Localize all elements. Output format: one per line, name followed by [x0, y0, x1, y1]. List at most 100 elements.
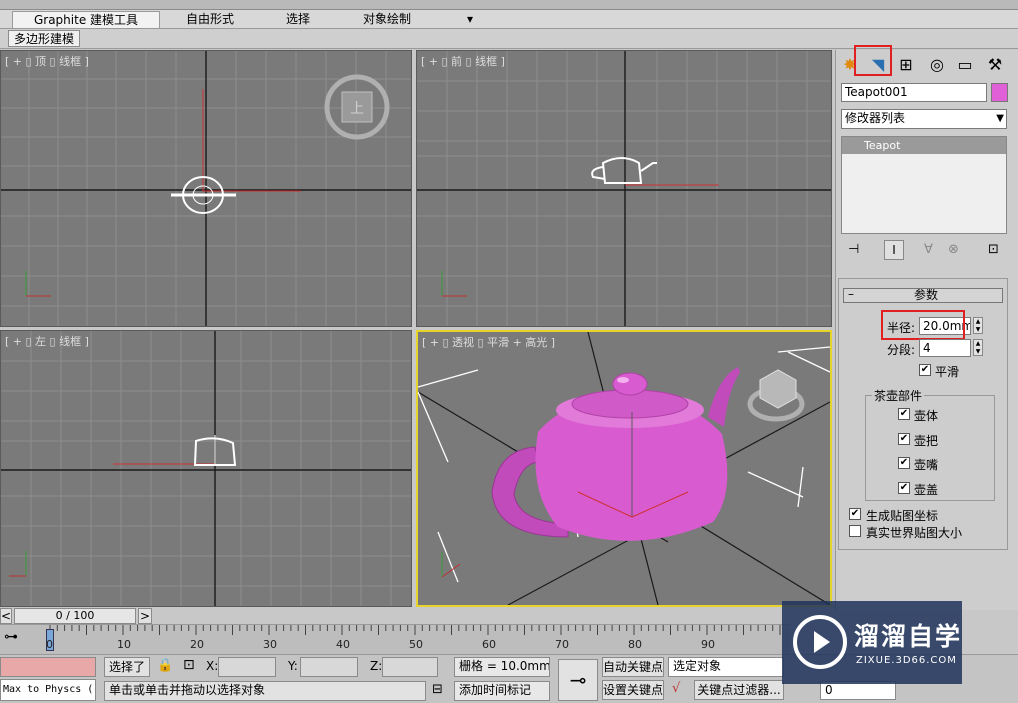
segments-label: 分段: — [887, 343, 916, 357]
brand-logo-icon — [793, 615, 847, 669]
viewcube-face-label: 上 — [350, 101, 364, 117]
rollout-header[interactable]: – 参数 — [843, 287, 1003, 303]
selection-set-dropdown[interactable]: 选定对象 — [668, 657, 784, 677]
pin-stack-icon[interactable]: ⊣ — [848, 242, 859, 257]
tick-label: 30 — [263, 638, 277, 651]
absolute-mode-icon[interactable]: ⊡ — [183, 657, 195, 673]
smooth-label: 平滑 — [935, 365, 960, 379]
motion-icon[interactable]: ◎ — [926, 53, 948, 77]
modify-tab-highlight — [854, 45, 892, 76]
real-world-label: 真实世界贴图大小 — [866, 526, 963, 540]
hierarchy-icon[interactable]: ⊞ — [895, 53, 917, 77]
z-label: Z: — [370, 659, 383, 673]
time-next-button[interactable]: > — [138, 608, 152, 624]
real-world-checkbox[interactable] — [849, 525, 861, 537]
spout-checkbox[interactable]: ✔ — [898, 457, 910, 469]
timeline-ruler — [49, 625, 781, 635]
tab-object-paint[interactable]: 对象绘制 — [345, 11, 429, 28]
viewport-top-label[interactable]: [ + ▯ 顶 ▯ 线框 ] — [5, 53, 89, 69]
make-unique-icon[interactable]: ∀ — [924, 242, 933, 257]
curve-editor-icon[interactable]: ⊶ — [4, 629, 30, 649]
teapot-shape — [491, 367, 740, 541]
time-prev-button[interactable]: < — [0, 608, 12, 624]
z-coordinate-field[interactable] — [382, 657, 438, 677]
tab-polygon-modeling[interactable]: 多边形建模 — [8, 30, 81, 47]
watermark-brand: 溜溜自学 — [854, 622, 963, 651]
parameters-rollout: – 参数 半径: 20.0mm ▲ ▼ 分段: 4 ▲ ▼ ✔ 平滑 茶壶部件 ✔ … — [838, 278, 1008, 550]
key-filters-button[interactable]: 关键点过滤器... — [694, 680, 784, 700]
selection-count: 选择了 — [104, 657, 150, 677]
spout-label: 壶嘴 — [914, 458, 939, 472]
tick-label: 70 — [555, 638, 569, 651]
object-name-field[interactable]: Teapot001 — [841, 83, 987, 102]
modifier-list-dropdown[interactable]: 修改器列表 ▼ — [841, 109, 1007, 129]
selection-set-label: 选定对象 — [673, 659, 722, 673]
time-slider-thumb[interactable]: 0 / 100 — [14, 608, 136, 624]
tick-label: 20 — [190, 638, 204, 651]
time-tag-icon[interactable]: ⊟ — [432, 682, 443, 697]
tick-label: 0 — [46, 638, 53, 651]
viewport-front-label[interactable]: [ + ▯ 前 ▯ 线框 ] — [421, 53, 505, 69]
ribbon-options-dropdown[interactable]: ▾ — [456, 11, 484, 28]
smooth-checkbox[interactable]: ✔ — [919, 364, 931, 376]
viewport-front[interactable]: [ + ▯ 前 ▯ 线框 ] — [416, 50, 832, 327]
viewport-top-canvas: 上 — [1, 51, 411, 326]
tab-graphite[interactable]: Graphite 建模工具 — [12, 11, 160, 28]
handle-label: 壶把 — [914, 434, 939, 448]
tick-label: 40 — [336, 638, 350, 651]
radius-highlight — [881, 310, 965, 340]
tick-label: 90 — [701, 638, 715, 651]
lock-icon[interactable]: 🔒 — [157, 658, 173, 673]
gen-mapping-checkbox[interactable]: ✔ — [849, 508, 861, 520]
key-icon[interactable]: ⊸ — [558, 659, 598, 701]
parts-group-label: 茶壶部件 — [872, 387, 925, 404]
tick-label: 80 — [628, 638, 642, 651]
viewport-perspective[interactable]: [ + ▯ 透视 ▯ 平滑 + 高光 ] — [416, 330, 832, 607]
tab-freeform[interactable]: 自由形式 — [170, 11, 250, 28]
body-label: 壶体 — [914, 409, 939, 423]
modifier-stack: Teapot — [841, 136, 1007, 234]
handle-checkbox[interactable]: ✔ — [898, 433, 910, 445]
lid-checkbox[interactable]: ✔ — [898, 482, 910, 494]
y-label: Y: — [288, 659, 298, 673]
time-slider: < 0 / 100 > — [0, 608, 835, 624]
add-time-tag-button[interactable]: 添加时间标记 — [454, 681, 550, 701]
viewport-left[interactable]: [ + ▯ 左 ▯ 线框 ] — [0, 330, 412, 607]
show-end-result-icon[interactable]: Ⅰ — [884, 240, 904, 260]
viewport-top[interactable]: 上 [ + ▯ 顶 ▯ 线框 ] — [0, 50, 412, 327]
tick-label: 50 — [409, 638, 423, 651]
tick-label: 10 — [117, 638, 131, 651]
tab-selection[interactable]: 选择 — [270, 11, 326, 28]
watermark-url: ZIXUE.3D66.COM — [856, 655, 957, 666]
stack-item-teapot[interactable]: Teapot — [842, 137, 1006, 154]
y-coordinate-field[interactable] — [300, 657, 358, 677]
radius-spinner[interactable]: ▲ ▼ — [973, 317, 983, 334]
utilities-icon[interactable]: ⚒ — [984, 53, 1006, 77]
set-key-button[interactable]: 设置关键点 — [602, 680, 664, 700]
auto-key-button[interactable]: 自动关键点 — [602, 657, 664, 677]
stack-toolbar: ⊣ Ⅰ ∀ ⊗ ⊡ — [844, 240, 1009, 262]
modifier-list-label: 修改器列表 — [845, 111, 906, 125]
tick-label: 60 — [482, 638, 496, 651]
x-coordinate-field[interactable] — [218, 657, 276, 677]
lid-label: 壶盖 — [914, 483, 939, 497]
segments-spinner[interactable]: ▲ ▼ — [973, 339, 983, 356]
viewport-left-canvas — [1, 331, 411, 606]
viewport-left-label[interactable]: [ + ▯ 左 ▯ 线框 ] — [5, 333, 89, 349]
configure-sets-icon[interactable]: ⊡ — [988, 242, 999, 257]
segments-field[interactable]: 4 — [919, 339, 971, 357]
key-mode-icon[interactable]: √ — [672, 681, 680, 696]
remove-modifier-icon[interactable]: ⊗ — [948, 242, 959, 257]
maxscript-mini-listener[interactable]: Max to Physcs ( — [0, 679, 96, 701]
title-strip — [0, 0, 1018, 10]
x-label: X: — [206, 659, 219, 673]
watermark: 溜溜自学 ZIXUE.3D66.COM — [782, 601, 962, 684]
maxscript-mini-listener-pink[interactable] — [0, 657, 96, 677]
viewport-perspective-label[interactable]: [ + ▯ 透视 ▯ 平滑 + 高光 ] — [422, 334, 555, 350]
teapot-parts-group: 茶壶部件 ✔ 壶体 ✔ 壶把 ✔ 壶嘴 ✔ 壶盖 — [865, 387, 995, 501]
body-checkbox[interactable]: ✔ — [898, 408, 910, 420]
object-color-swatch[interactable] — [991, 83, 1008, 102]
display-icon[interactable]: ▭ — [954, 53, 976, 77]
chevron-down-icon: ▼ — [996, 113, 1004, 124]
track-bar[interactable]: ⊶ 0 10 20 30 40 50 60 70 80 90 — [0, 624, 790, 654]
